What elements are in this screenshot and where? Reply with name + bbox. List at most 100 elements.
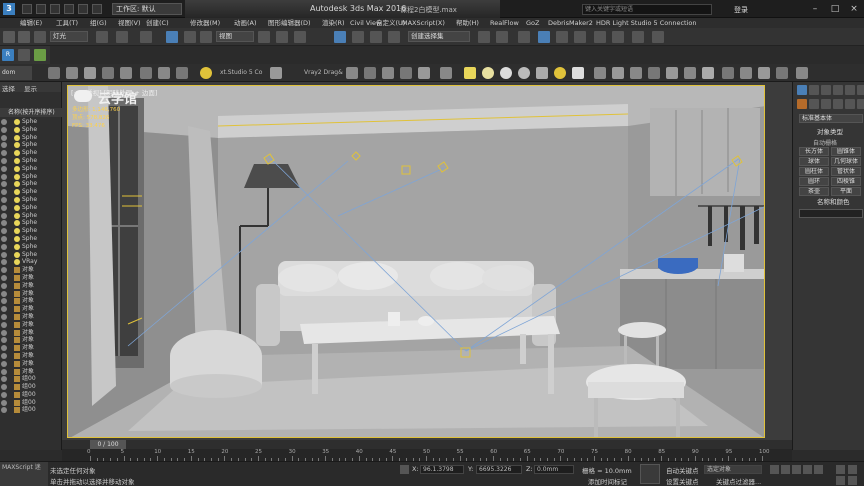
visibility-icon[interactable] xyxy=(1,313,7,320)
object-type-title[interactable]: 对象类型 xyxy=(797,128,863,137)
tree-row[interactable]: 对象 xyxy=(0,329,62,337)
visibility-icon[interactable] xyxy=(1,298,7,305)
ribbon-tool-7-icon[interactable] xyxy=(158,67,170,79)
go-start-icon[interactable] xyxy=(770,465,779,474)
lights-icon[interactable] xyxy=(821,99,831,109)
visibility-icon[interactable] xyxy=(1,243,7,250)
modify-tab-icon[interactable] xyxy=(809,85,819,95)
x-coordinate-field[interactable]: 96.1.3798 xyxy=(420,465,464,474)
visibility-icon[interactable] xyxy=(1,181,7,188)
ribbon-tool-28-icon[interactable] xyxy=(684,67,696,79)
angle-snap-icon[interactable] xyxy=(352,31,364,43)
mirror-icon[interactable] xyxy=(478,31,490,43)
key-mode-dropdown[interactable]: 选定对象 xyxy=(704,465,762,474)
time-slider[interactable]: 0 / 100 xyxy=(62,440,792,449)
new-file-icon[interactable] xyxy=(22,4,32,14)
open-file-icon[interactable] xyxy=(36,4,46,14)
ribbon-tool-17-icon[interactable] xyxy=(482,67,494,79)
menu-item-8[interactable]: 渲染(R) xyxy=(322,18,345,28)
visibility-icon[interactable] xyxy=(1,134,7,141)
object-name-field[interactable] xyxy=(799,209,863,218)
tree-row[interactable]: 对象 xyxy=(0,368,62,376)
search-input[interactable]: 键入关键字或短语 xyxy=(582,4,712,15)
ribbon-tool-1-icon[interactable] xyxy=(48,67,60,79)
ribbon-tool-9-icon[interactable] xyxy=(270,67,282,79)
tool-a-icon[interactable] xyxy=(18,49,30,61)
ribbon-tool-18-icon[interactable] xyxy=(500,67,512,79)
tree-row[interactable]: Sphe xyxy=(0,204,62,212)
tree-row[interactable]: Sphe xyxy=(0,165,62,173)
tree-row[interactable]: Sphe xyxy=(0,188,62,196)
render-icon[interactable] xyxy=(652,31,664,43)
explorer-column-header[interactable]: 名称(按升序排序) xyxy=(0,108,62,117)
menu-item-14[interactable]: GoZ xyxy=(526,18,539,28)
prev-frame-icon[interactable] xyxy=(781,465,790,474)
visibility-icon[interactable] xyxy=(1,267,7,274)
redo-icon[interactable] xyxy=(78,4,88,14)
tab-select[interactable]: 选择 xyxy=(2,83,15,93)
visibility-icon[interactable] xyxy=(1,352,7,359)
visibility-icon[interactable] xyxy=(1,196,7,203)
material-editor-icon[interactable] xyxy=(594,31,606,43)
visibility-icon[interactable] xyxy=(1,282,7,289)
torus-button[interactable]: 圆环 xyxy=(799,177,829,186)
tree-row[interactable]: Sphe xyxy=(0,235,62,243)
visibility-icon[interactable] xyxy=(1,329,7,336)
ribbon-tool-11-icon[interactable] xyxy=(364,67,376,79)
ribbon-tool-34-icon[interactable] xyxy=(796,67,808,79)
tree-row[interactable]: Sphe xyxy=(0,196,62,204)
maximize-icon[interactable]: □ xyxy=(826,2,844,16)
add-time-tag-button[interactable]: 添加时间标记 xyxy=(588,476,627,486)
menu-item-16[interactable]: HDR Light Studio 5 Connection xyxy=(596,18,697,28)
utilities-tab-icon[interactable] xyxy=(857,85,864,95)
visibility-icon[interactable] xyxy=(1,345,7,352)
menu-item-11[interactable]: MAXScript(X) xyxy=(402,18,445,28)
ribbon-tool-6-icon[interactable] xyxy=(140,67,152,79)
spinner-snap-icon[interactable] xyxy=(388,31,400,43)
geosphere-button[interactable]: 几何球体 xyxy=(831,157,861,166)
ribbon-tool-2-icon[interactable] xyxy=(66,67,78,79)
ribbon-tool-31-icon[interactable] xyxy=(740,67,752,79)
visibility-icon[interactable] xyxy=(1,119,7,125)
create-tab-icon[interactable] xyxy=(797,85,807,95)
play-icon[interactable] xyxy=(792,465,801,474)
tree-row[interactable]: 对象 xyxy=(0,282,62,290)
next-frame-icon[interactable] xyxy=(803,465,812,474)
visibility-icon[interactable] xyxy=(1,251,7,258)
menu-item-12[interactable]: 帮助(H) xyxy=(456,18,479,28)
tree-row[interactable]: 对象 xyxy=(0,344,62,352)
tree-row[interactable]: Sphe xyxy=(0,180,62,188)
ribbon-tool-26-icon[interactable] xyxy=(648,67,660,79)
select-manipulate-icon[interactable] xyxy=(276,31,288,43)
visibility-icon[interactable] xyxy=(1,173,7,180)
select-rotate-icon[interactable] xyxy=(184,31,196,43)
menu-item-7[interactable]: 图形编辑器(D) xyxy=(268,18,311,28)
cone-button[interactable]: 圆锥体 xyxy=(831,147,861,156)
cameras-icon[interactable] xyxy=(833,99,843,109)
tree-row[interactable]: 对象 xyxy=(0,305,62,313)
go-end-icon[interactable] xyxy=(814,465,823,474)
plane-button[interactable]: 平面 xyxy=(831,187,861,196)
ribbon-tool-33-icon[interactable] xyxy=(776,67,788,79)
visibility-icon[interactable] xyxy=(1,157,7,164)
menu-item-13[interactable]: RealFlow xyxy=(490,18,519,28)
geometry-icon[interactable] xyxy=(797,99,807,109)
layer-manager-icon[interactable] xyxy=(518,31,530,43)
ribbon-tool-30-icon[interactable] xyxy=(722,67,734,79)
systems-icon[interactable] xyxy=(857,99,864,109)
hierarchy-tab-icon[interactable] xyxy=(821,85,831,95)
maximize-viewport-icon[interactable] xyxy=(848,476,857,485)
named-selection-dropdown[interactable]: 创建选择集 xyxy=(408,31,470,42)
lock-selection-icon[interactable] xyxy=(400,465,409,474)
ribbon-tool-12-icon[interactable] xyxy=(382,67,394,79)
percent-snap-icon[interactable] xyxy=(370,31,382,43)
visibility-icon[interactable] xyxy=(1,290,7,297)
shapes-icon[interactable] xyxy=(809,99,819,109)
visibility-icon[interactable] xyxy=(1,306,7,313)
menu-item-2[interactable]: 组(G) xyxy=(90,18,107,28)
visibility-icon[interactable] xyxy=(1,384,7,391)
tree-row[interactable]: Sphe xyxy=(0,149,62,157)
tree-row[interactable]: 组00 xyxy=(0,406,62,414)
pan-icon[interactable] xyxy=(848,465,857,474)
menu-item-6[interactable]: 动画(A) xyxy=(234,18,257,28)
